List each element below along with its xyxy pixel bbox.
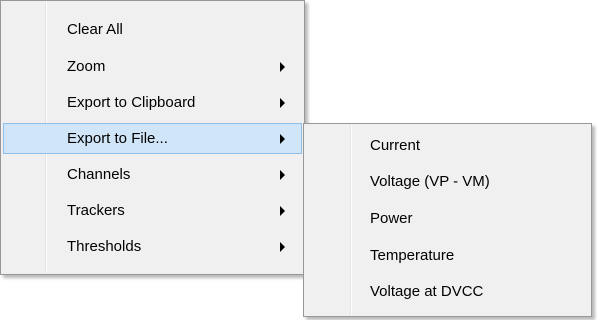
chevron-right-icon — [280, 61, 285, 72]
submenu-item-label: Voltage at DVCC — [370, 283, 484, 300]
menu-item-clear-all[interactable]: Clear All — [3, 14, 302, 45]
menu-item-label: Trackers — [67, 202, 125, 219]
submenu-item-temperature[interactable]: Temperature — [306, 240, 589, 271]
submenu-item-label: Current — [370, 137, 421, 154]
chevron-right-icon — [280, 205, 285, 216]
menu-item-label: Channels — [67, 166, 131, 183]
menu-item-label: Export to Clipboard — [67, 94, 196, 111]
menu-item-zoom[interactable]: Zoom — [3, 51, 302, 82]
submenu-item-voltage-vp-vm[interactable]: Voltage (VP - VM) — [306, 166, 589, 197]
submenu-item-voltage-at-dvcc[interactable]: Voltage at DVCC — [306, 276, 589, 307]
submenu-item-power[interactable]: Power — [306, 203, 589, 234]
chevron-right-icon — [280, 169, 285, 180]
submenu-item-label: Temperature — [370, 247, 455, 264]
chevron-right-icon — [280, 241, 285, 252]
menu-item-export-to-clipboard[interactable]: Export to Clipboard — [3, 87, 302, 118]
menu-item-export-to-file[interactable]: Export to File... — [3, 123, 302, 154]
menu-item-label: Zoom — [67, 58, 106, 75]
menu-item-channels[interactable]: Channels — [3, 159, 302, 190]
menu-item-thresholds[interactable]: Thresholds — [3, 231, 302, 262]
menu-item-trackers[interactable]: Trackers — [3, 195, 302, 226]
menu-item-label: Clear All — [67, 21, 123, 38]
chevron-right-icon — [280, 133, 285, 144]
export-to-file-submenu: Current Voltage (VP - VM) Power Temperat… — [303, 123, 592, 317]
submenu-item-current[interactable]: Current — [306, 130, 589, 161]
menu-item-label: Export to File... — [67, 130, 168, 147]
submenu-item-label: Voltage (VP - VM) — [370, 173, 490, 190]
context-menu: Clear All Zoom Export to Clipboard Expor… — [0, 0, 305, 275]
chevron-right-icon — [280, 97, 285, 108]
submenu-item-label: Power — [370, 210, 413, 227]
menu-item-label: Thresholds — [67, 238, 142, 255]
